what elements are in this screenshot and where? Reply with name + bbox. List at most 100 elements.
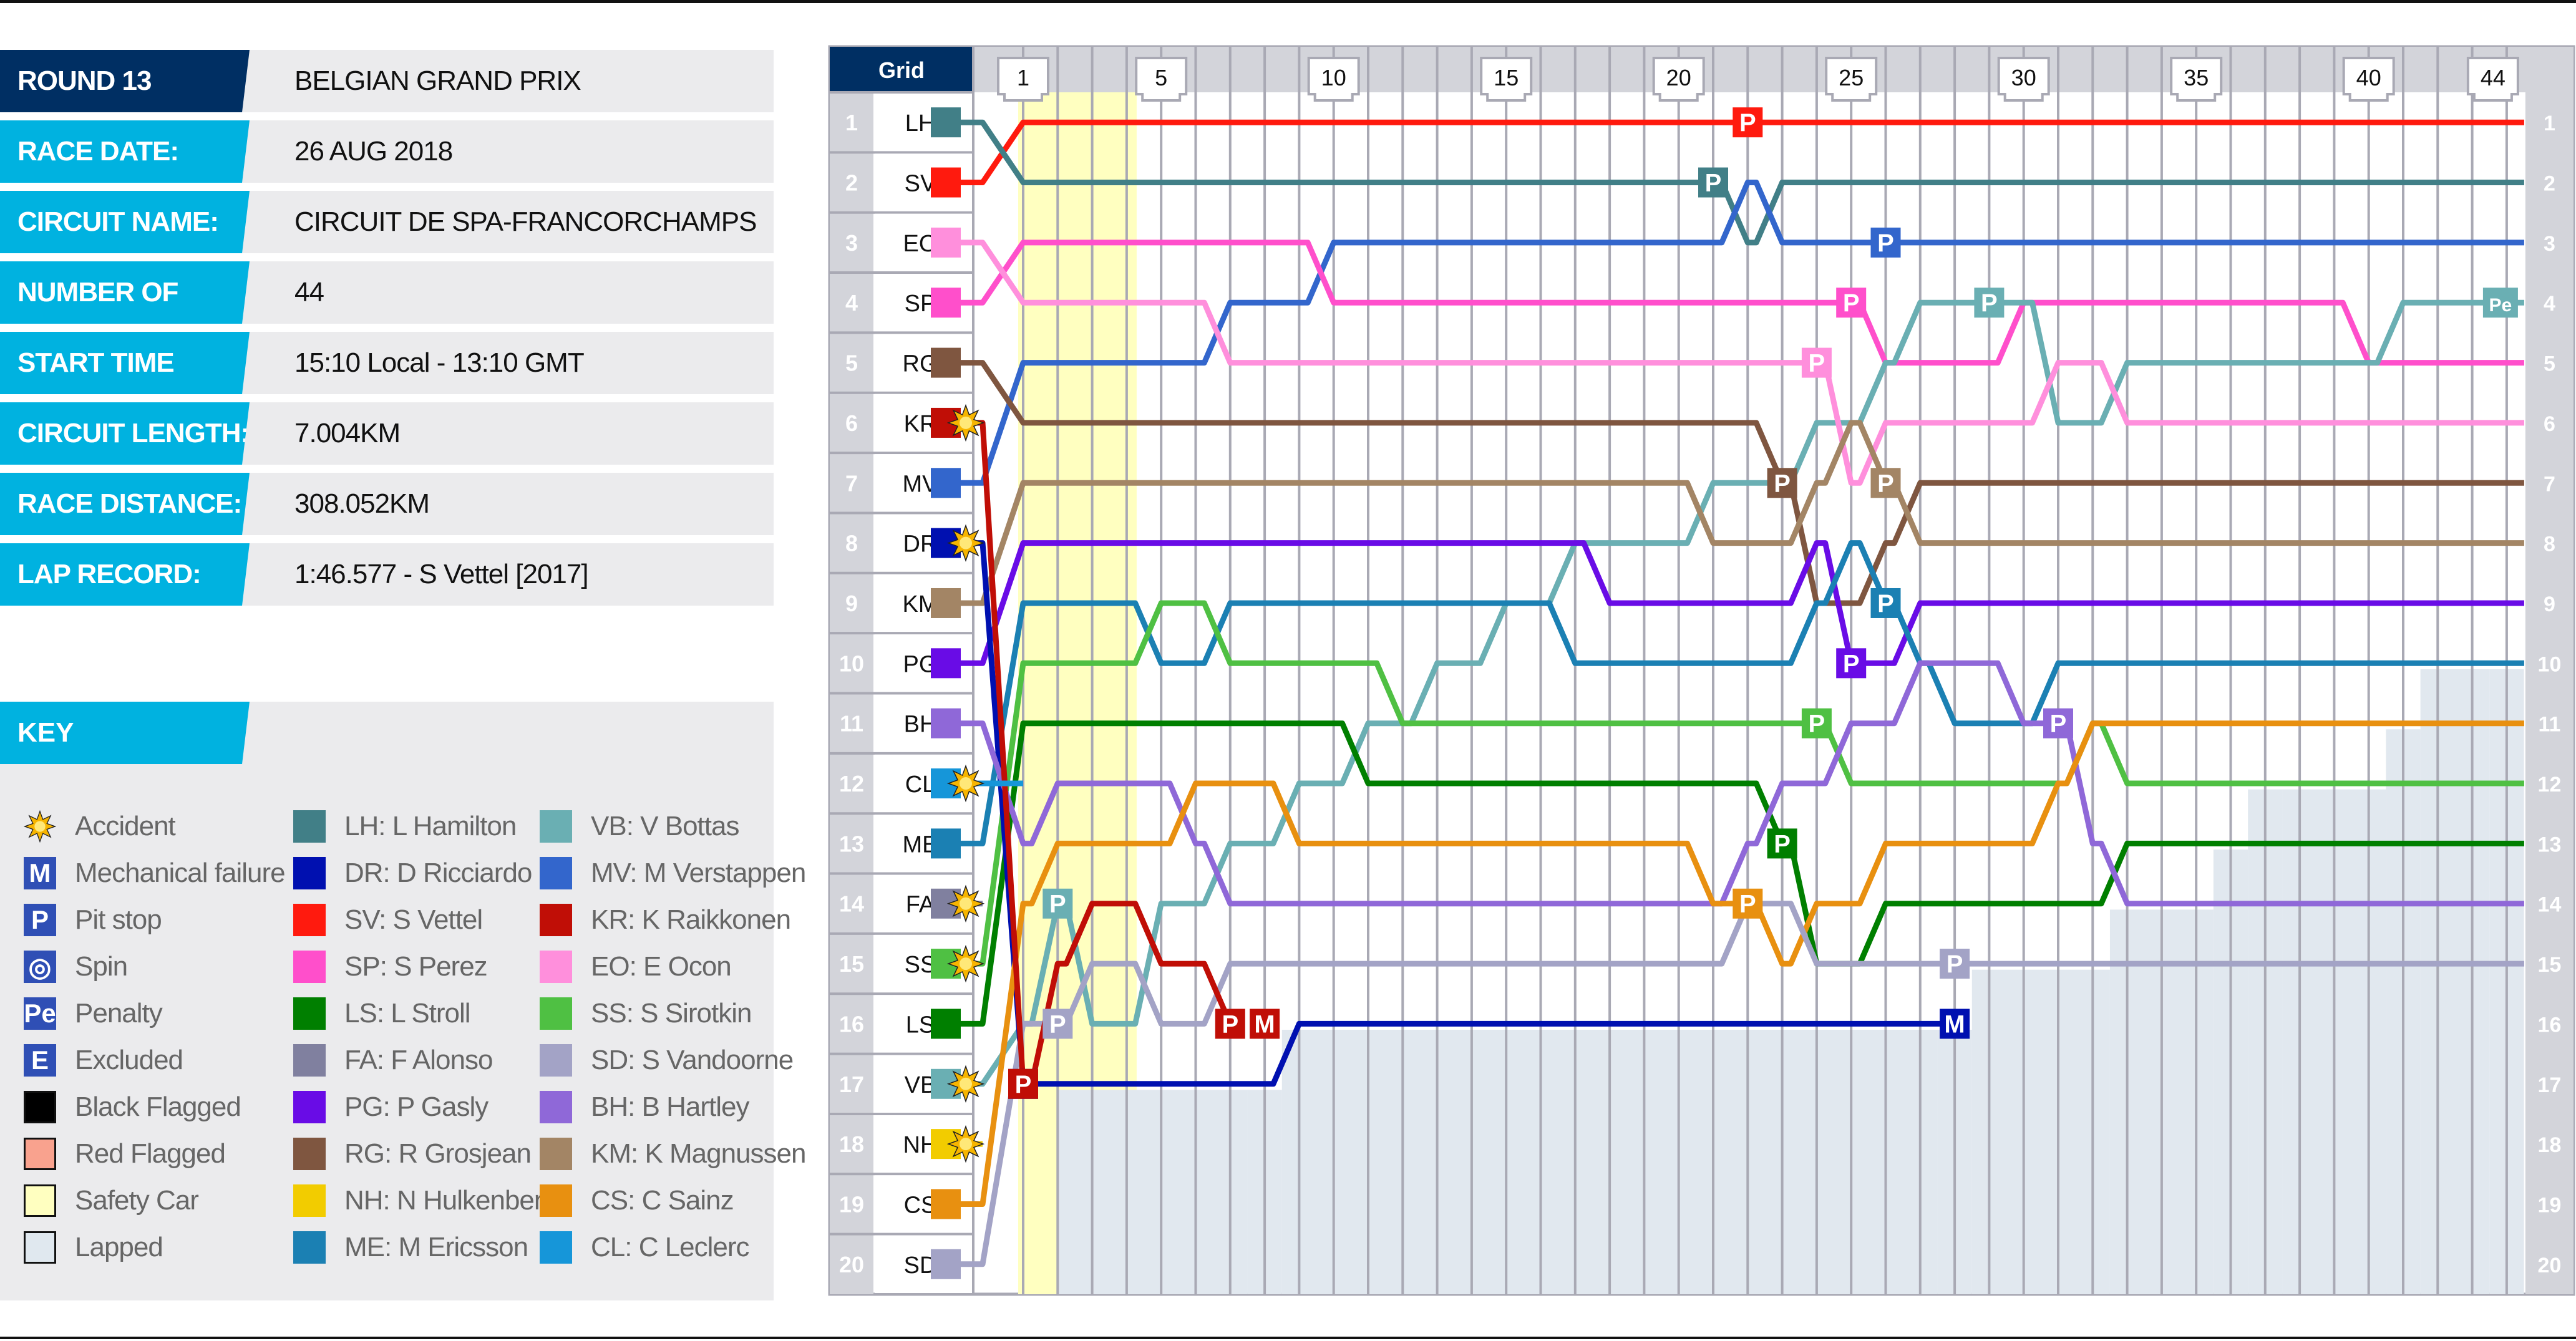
grid-position-number: 4 xyxy=(845,290,858,316)
lap-tick-label: 10 xyxy=(1321,65,1346,90)
grid-position-number: 14 xyxy=(839,891,864,917)
grid-driver-swatch xyxy=(931,167,961,198)
right-position-number: 2 xyxy=(2544,172,2555,196)
right-position-number: 1 xyxy=(2544,112,2555,135)
grid-position-number: 6 xyxy=(845,410,858,436)
lapped-region xyxy=(1971,969,2110,1294)
accident-icon xyxy=(946,524,985,562)
grid-position-number: 9 xyxy=(845,591,858,616)
right-position-number: 3 xyxy=(2544,232,2555,256)
grid-driver-swatch xyxy=(931,1189,961,1219)
event-marker-label: P xyxy=(1222,1010,1238,1038)
grid-driver-swatch xyxy=(931,708,961,738)
grid-position-number: 17 xyxy=(839,1072,864,1097)
lap-tick-label: 15 xyxy=(1494,65,1519,90)
event-marker-label: Pe xyxy=(2489,295,2512,316)
right-position-number: 4 xyxy=(2544,292,2555,316)
event-marker-label: P xyxy=(1049,891,1066,918)
event-marker-label: P xyxy=(1877,470,1894,497)
grid-position-number: 10 xyxy=(839,651,864,676)
right-position-number: 10 xyxy=(2538,652,2562,676)
right-position-number: 17 xyxy=(2538,1073,2562,1097)
right-position-number: 14 xyxy=(2538,893,2562,917)
grid-driver-swatch xyxy=(931,648,961,679)
event-marker-label: P xyxy=(1739,109,1756,137)
lap-tick-label: 1 xyxy=(1017,65,1029,90)
right-position-number: 13 xyxy=(2538,833,2562,856)
grid-position-number: 13 xyxy=(839,831,864,856)
event-marker-label: P xyxy=(1774,470,1791,497)
lap-tick-label: 30 xyxy=(2011,65,2036,90)
accident-icon xyxy=(946,1065,985,1103)
event-marker-label: P xyxy=(1049,1010,1066,1038)
grid-driver-swatch xyxy=(931,1009,961,1039)
grid-position-number: 11 xyxy=(840,711,863,737)
grid-position-number: 18 xyxy=(839,1131,864,1157)
grid-driver-swatch xyxy=(931,1249,961,1279)
event-marker-label: P xyxy=(1877,230,1894,257)
lap-chart: Grid 1 5 10 15 20 25 30 35 40 441 LH 12 SV 23 EO 34 SP 45 R… xyxy=(828,45,2575,1296)
grid-driver-swatch xyxy=(931,468,961,498)
grid-position-number: 16 xyxy=(839,1011,864,1037)
lapped-region xyxy=(1057,1090,1248,1294)
event-marker-label: P xyxy=(1774,830,1791,858)
right-position-number: 12 xyxy=(2538,773,2562,796)
event-marker-label: P xyxy=(1739,891,1756,918)
right-position-number: 16 xyxy=(2538,1013,2562,1037)
right-position-column xyxy=(2525,92,2574,1294)
grid-position-number: 20 xyxy=(839,1252,864,1277)
event-marker-label: P xyxy=(1877,590,1894,617)
event-marker-label: P xyxy=(1809,710,1825,738)
event-marker-label: M xyxy=(1944,1010,1965,1038)
accident-icon xyxy=(946,884,985,922)
right-position-number: 9 xyxy=(2544,593,2555,616)
right-position-number: 15 xyxy=(2538,953,2562,977)
right-position-number: 20 xyxy=(2538,1254,2562,1277)
event-marker-label: P xyxy=(1947,951,1963,978)
accident-icon xyxy=(946,764,985,803)
right-position-number: 11 xyxy=(2538,713,2560,737)
event-marker-label: P xyxy=(1809,350,1825,377)
grid-driver-code: LS xyxy=(906,1012,935,1038)
lap-tick-label: 5 xyxy=(1155,65,1167,90)
event-marker-label: P xyxy=(1843,650,1860,677)
grid-position-number: 3 xyxy=(845,230,858,256)
lap-tick-label: 25 xyxy=(1839,65,1864,90)
grid-position-number: 12 xyxy=(839,771,864,796)
lapped-region xyxy=(2420,669,2490,1294)
right-position-number: 6 xyxy=(2544,412,2555,436)
grid-driver-swatch xyxy=(931,288,961,318)
grid-position-number: 15 xyxy=(839,951,864,977)
grid-position-number: 19 xyxy=(839,1191,864,1217)
grid-driver-swatch xyxy=(931,107,961,138)
event-marker-label: P xyxy=(2050,710,2067,738)
right-position-number: 19 xyxy=(2538,1193,2562,1217)
event-marker-label: P xyxy=(1705,170,1722,197)
grid-driver-code: FA xyxy=(906,892,935,918)
right-position-number: 5 xyxy=(2544,352,2555,376)
lap-tick-label: 35 xyxy=(2184,65,2209,90)
grid-position-number: 8 xyxy=(845,531,858,556)
grid-driver-swatch xyxy=(931,588,961,618)
event-marker-label: P xyxy=(1843,289,1860,317)
accident-icon xyxy=(946,944,985,983)
lap-tick-label: 20 xyxy=(1666,65,1691,90)
event-marker-label: M xyxy=(1254,1010,1275,1038)
event-marker-label: P xyxy=(1981,289,1998,317)
grid-driver-swatch xyxy=(931,828,961,859)
grid-position-number: 5 xyxy=(845,351,858,376)
grid-driver-swatch xyxy=(931,227,961,258)
accident-icon xyxy=(946,1125,985,1163)
lap-tick-label: 40 xyxy=(2356,65,2381,90)
lap-tick-label: 44 xyxy=(2481,65,2506,90)
right-position-number: 18 xyxy=(2538,1133,2562,1157)
right-position-number: 7 xyxy=(2544,472,2555,496)
event-marker-label: P xyxy=(1015,1071,1032,1098)
accident-icon xyxy=(946,404,985,442)
grid-header-label: Grid xyxy=(878,57,925,83)
grid-position-number: 1 xyxy=(845,110,858,135)
grid-position-number: 2 xyxy=(845,170,858,196)
right-position-number: 8 xyxy=(2544,533,2555,556)
grid-position-number: 7 xyxy=(845,470,858,496)
grid-driver-swatch xyxy=(931,347,961,378)
